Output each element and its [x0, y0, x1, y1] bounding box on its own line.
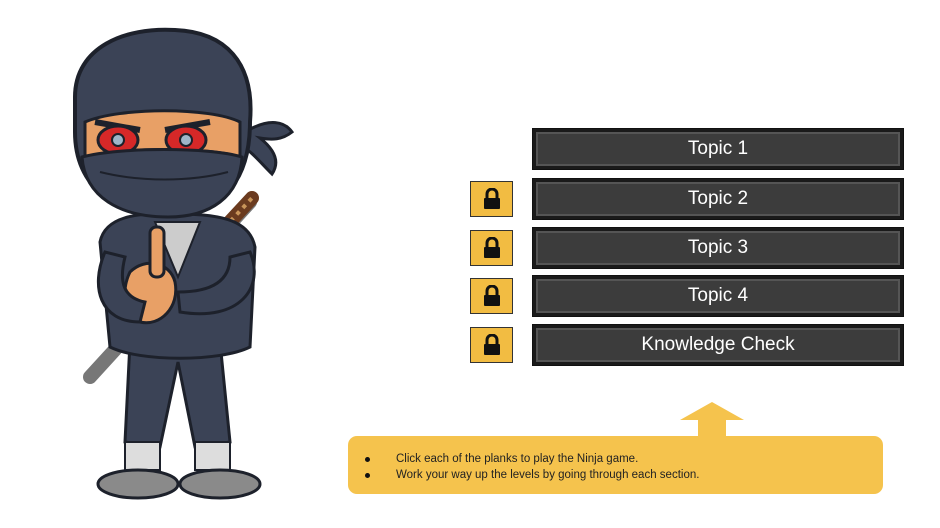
plank-topic-3[interactable]: Topic 3 [532, 227, 904, 269]
ninja-character [73, 27, 295, 500]
plank-topic-2[interactable]: Topic 2 [532, 178, 904, 220]
up-arrow-icon [680, 402, 744, 438]
plank-topic-4[interactable]: Topic 4 [532, 275, 904, 317]
lock-badge-topic-4 [470, 278, 513, 314]
instruction-item: Click each of the planks to play the Nin… [356, 451, 883, 467]
lock-icon [483, 237, 500, 258]
instruction-item: Work your way up the levels by going thr… [356, 467, 883, 483]
lock-badge-topic-2 [470, 181, 513, 217]
plank-topic-1[interactable]: Topic 1 [532, 128, 904, 170]
lock-badge-knowledge-check [470, 327, 513, 363]
lock-icon [483, 188, 500, 209]
lock-icon [483, 285, 500, 306]
lock-icon [483, 334, 500, 355]
instructions-panel: Click each of the planks to play the Nin… [348, 436, 883, 494]
plank-knowledge-check[interactable]: Knowledge Check [532, 324, 904, 366]
lock-badge-topic-3 [470, 230, 513, 266]
